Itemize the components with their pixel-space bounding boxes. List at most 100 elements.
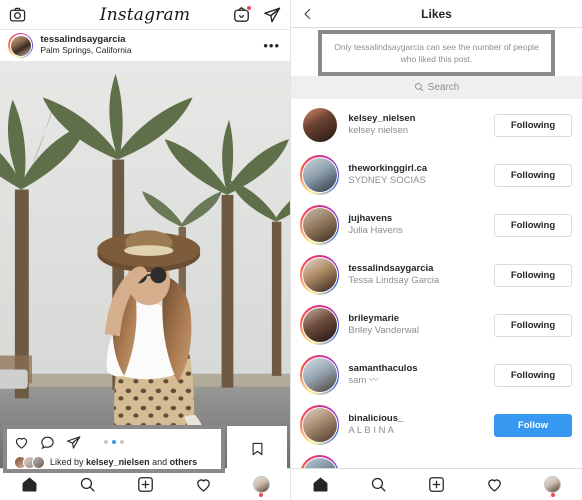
liker-username[interactable]: tessalindsaygarcia (348, 263, 494, 275)
bookmark-icon[interactable] (250, 441, 265, 457)
post-options-icon[interactable]: ••• (263, 38, 282, 53)
liker-row[interactable]: brileymarie Briley Vanderwal Following (291, 300, 582, 350)
igtv-icon[interactable] (233, 5, 252, 23)
save-post-container (227, 426, 287, 472)
post-actions-highlight: Liked by kelsey_nielsen and others (3, 425, 225, 473)
liker-row-partial[interactable] (291, 450, 582, 468)
search-placeholder: Search (427, 82, 460, 93)
nav-search-icon[interactable] (67, 476, 107, 493)
liker-row[interactable]: theworkinggirl.ca SYDNEY SOCIAS Following (291, 150, 582, 200)
avatar (302, 358, 337, 392)
nav-search-icon[interactable] (358, 476, 398, 493)
liker-avatar-story-ring[interactable] (300, 205, 340, 245)
liked-by-username[interactable]: kelsey_nielsen (86, 457, 150, 467)
nav-new-post-icon[interactable] (125, 476, 165, 493)
nav-home-icon[interactable] (9, 476, 49, 493)
liker-row[interactable]: tessalindsaygarcia Tessa Lindsay Garcia Fo… (291, 250, 582, 300)
liker-avatar-story-ring[interactable] (300, 255, 340, 295)
avatar (302, 208, 337, 242)
feed-topbar-actions (233, 5, 281, 24)
following-button[interactable]: Following (494, 263, 572, 287)
liker-avatar (32, 455, 45, 469)
liker-username[interactable]: theworkinggirl.ca (348, 163, 494, 175)
search-icon (414, 79, 424, 97)
search-input[interactable]: Search (291, 76, 582, 100)
nav-activity-icon[interactable] (183, 476, 223, 493)
liker-meta: samanthaculos sam 〰 (348, 363, 494, 387)
likes-bottom-nav (291, 468, 582, 500)
liker-row[interactable]: jujhavens Julia Havens Following (291, 200, 582, 250)
avatar (10, 35, 31, 56)
comment-bubble-icon[interactable] (40, 435, 55, 450)
post-photo[interactable] (0, 61, 290, 468)
liker-avatar-ring[interactable] (300, 105, 339, 144)
like-heart-icon[interactable] (14, 435, 29, 450)
profile-notification-badge (550, 493, 555, 497)
liker-username[interactable]: brileymarie (348, 313, 494, 325)
avatar (302, 258, 337, 292)
nav-home-icon[interactable] (300, 476, 340, 493)
likers-facepile (14, 455, 45, 469)
liker-fullname: Briley Vanderwal (348, 325, 419, 336)
share-paper-plane-icon[interactable] (66, 435, 81, 450)
liker-username[interactable]: binalicious_ (348, 413, 494, 425)
liked-by-mid: and (149, 457, 170, 467)
liker-avatar-story-ring[interactable] (300, 405, 340, 445)
liker-avatar-story-ring[interactable] (300, 305, 340, 345)
instagram-screenshot: Instagram tessalindsaygarcia Palm Spring… (0, 0, 582, 500)
follow-button[interactable]: Follow (494, 413, 572, 437)
post-action-row (7, 429, 221, 455)
liker-username[interactable]: samanthaculos (348, 363, 494, 375)
liker-fullname: kelsey nielsen (348, 125, 409, 136)
liker-row[interactable]: binalicious_ A L B I N A Follow (291, 400, 582, 450)
following-button[interactable]: Following (494, 363, 572, 387)
likes-header: Likes (291, 0, 582, 28)
nav-profile-avatar[interactable] (241, 476, 281, 497)
liker-fullname: sam 〰 (348, 375, 379, 386)
carousel-dot (120, 440, 124, 444)
liker-username[interactable]: jujhavens (348, 213, 494, 225)
liker-fullname: Julia Havens (348, 225, 403, 236)
liked-by-others[interactable]: others (170, 457, 198, 467)
post-action-icons (14, 435, 81, 450)
liker-avatar-story-ring[interactable] (300, 155, 340, 195)
liker-fullname: A L B I N A (348, 425, 394, 436)
igtv-notification-badge (246, 5, 252, 11)
avatar (252, 476, 270, 493)
liker-meta: kelsey_nielsen kelsey nielsen (348, 113, 494, 137)
liker-row[interactable]: kelsey_nielsen kelsey nielsen Following (291, 100, 582, 150)
following-button[interactable]: Following (494, 163, 572, 187)
post-photo-illustration (0, 61, 290, 468)
back-chevron-left-icon[interactable] (291, 7, 325, 21)
avatar (302, 408, 337, 442)
nav-new-post-icon[interactable] (416, 476, 456, 493)
liker-row[interactable]: samanthaculos sam 〰 Following (291, 350, 582, 400)
avatar (302, 458, 337, 468)
post-location[interactable]: Palm Springs, California (40, 45, 131, 56)
likes-privacy-notice-highlight: Only tessalindsaygarcia can see the numb… (318, 30, 555, 76)
avatar (302, 108, 337, 142)
liked-by-text[interactable]: Liked by kelsey_nielsen and others (50, 457, 197, 467)
liker-fullname: Tessa Lindsay Garcia (348, 275, 440, 286)
liker-avatar-story-ring[interactable] (300, 355, 340, 395)
camera-icon[interactable] (9, 6, 26, 23)
avatar (302, 308, 337, 342)
post-header: tessalindsaygarcia Palm Springs, Califor… (0, 30, 290, 61)
liker-username[interactable]: kelsey_nielsen (348, 113, 494, 125)
liker-avatar-story-ring[interactable] (300, 455, 340, 468)
likers-list[interactable]: kelsey_nielsen kelsey nielsen Following the… (291, 100, 582, 468)
nav-activity-icon[interactable] (475, 476, 515, 493)
carousel-dot (104, 440, 108, 444)
following-button[interactable]: Following (494, 113, 572, 137)
liked-by-prefix: Liked by (50, 457, 87, 467)
nav-profile-avatar[interactable] (533, 476, 573, 497)
liker-meta: binalicious_ A L B I N A (348, 413, 494, 437)
avatar (544, 476, 562, 493)
liker-meta: brileymarie Briley Vanderwal (348, 313, 494, 337)
direct-message-icon[interactable] (263, 6, 281, 24)
post-author-meta: tessalindsaygarcia Palm Springs, Califor… (40, 35, 131, 56)
following-button[interactable]: Following (494, 313, 572, 337)
liker-meta: theworkinggirl.ca SYDNEY SOCIAS (348, 163, 494, 187)
post-author-avatar-ring[interactable] (8, 32, 34, 59)
following-button[interactable]: Following (494, 213, 572, 237)
